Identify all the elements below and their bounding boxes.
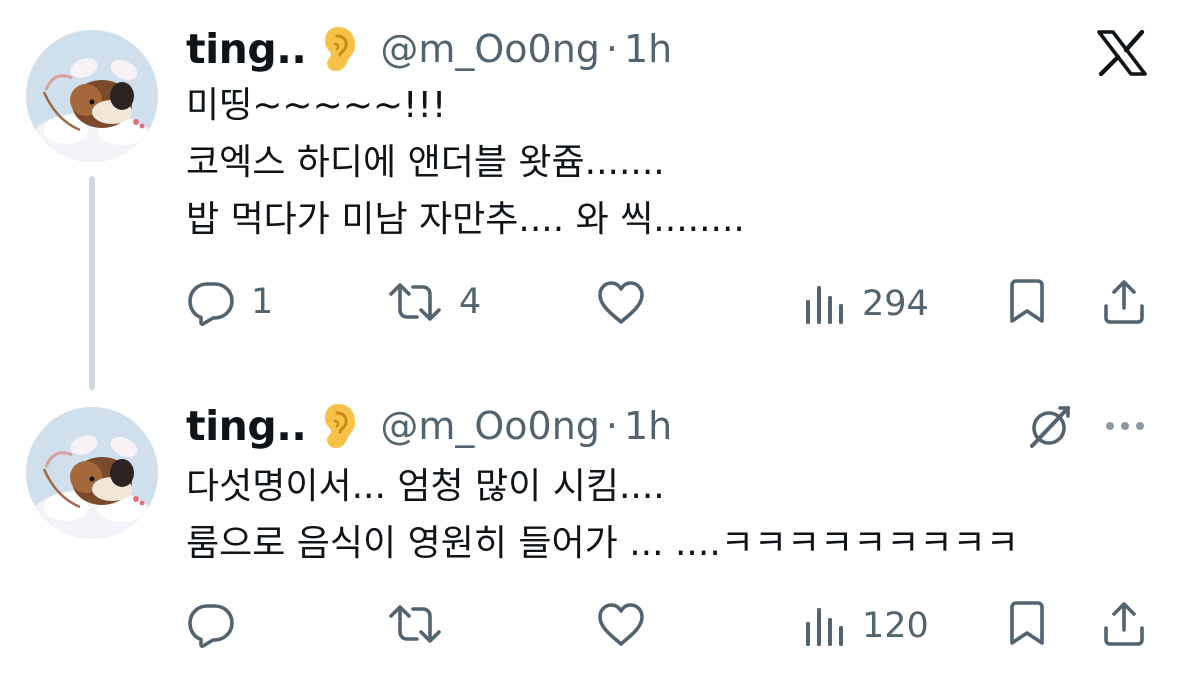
grok-icon[interactable]	[1024, 402, 1074, 452]
tweet-header: ting.. @m_Oo0ng · 1h	[186, 396, 672, 456]
like-button[interactable]	[596, 600, 662, 650]
avatar[interactable]	[26, 407, 158, 539]
heart-icon	[596, 280, 646, 326]
views-count: 294	[862, 284, 929, 324]
reply-icon	[187, 278, 235, 326]
repost-button[interactable]	[387, 599, 459, 649]
repost-button[interactable]: 4	[387, 277, 481, 327]
x-logo-icon[interactable]	[1097, 29, 1147, 77]
ear-emoji-icon	[318, 401, 358, 451]
separator-dot: ·	[605, 404, 618, 448]
avatar[interactable]	[26, 30, 158, 162]
tweet-line: 미띵~~~~~!!!	[186, 85, 447, 126]
guinea-pig-avatar-image	[26, 30, 158, 162]
user-handle[interactable]: @m_Oo0ng	[380, 404, 600, 448]
reply-button[interactable]	[187, 599, 251, 649]
views-count: 120	[862, 606, 929, 646]
bookmark-button[interactable]	[1007, 277, 1047, 327]
views-button[interactable]: 294	[804, 279, 929, 329]
bookmark-icon	[1007, 278, 1047, 326]
tweet-body: 다섯명이서... 엄청 많이 시킴.... 룸으로 음식이 영원히 들어가 ..…	[186, 458, 1019, 572]
tweet-line: 룸으로 음식이 영원히 들어가 ... ....ㅋㅋㅋㅋㅋㅋㅋㅋㅋ	[186, 523, 1019, 564]
views-icon	[804, 282, 848, 326]
views-icon	[804, 604, 848, 648]
like-button[interactable]	[596, 278, 662, 328]
repost-icon	[387, 600, 443, 648]
more-dots-icon[interactable]	[1103, 414, 1147, 438]
share-button[interactable]	[1102, 277, 1146, 327]
display-name[interactable]: ting..	[186, 402, 307, 450]
reply-icon	[187, 600, 235, 648]
tweet-body: 미띵~~~~~!!! 코엑스 하디에 앤더블 왓쥼....... 밥 먹다가 미…	[186, 77, 745, 248]
share-icon	[1102, 600, 1146, 648]
bookmark-icon	[1007, 600, 1047, 648]
timestamp[interactable]: 1h	[624, 27, 672, 71]
repost-icon	[387, 278, 443, 326]
share-icon	[1102, 278, 1146, 326]
repost-count: 4	[459, 282, 482, 322]
heart-icon	[596, 602, 646, 648]
bookmark-button[interactable]	[1007, 599, 1047, 649]
thread-connector	[89, 176, 95, 390]
timestamp[interactable]: 1h	[624, 404, 672, 448]
tweet-line: 다섯명이서... 엄청 많이 시킴....	[186, 466, 665, 507]
guinea-pig-avatar-image	[26, 407, 158, 539]
views-button[interactable]: 120	[804, 601, 929, 651]
tweet-line: 밥 먹다가 미남 자만추.... 와 씩........	[186, 199, 745, 240]
user-handle[interactable]: @m_Oo0ng	[380, 27, 600, 71]
display-name[interactable]: ting..	[186, 25, 307, 73]
reply-count: 1	[251, 282, 274, 322]
reply-button[interactable]: 1	[187, 277, 273, 327]
separator-dot: ·	[605, 27, 618, 71]
share-button[interactable]	[1102, 599, 1146, 649]
tweet-header: ting.. @m_Oo0ng · 1h	[186, 19, 672, 79]
tweet-line: 코엑스 하디에 앤더블 왓쥼.......	[186, 142, 665, 183]
ear-emoji-icon	[318, 24, 358, 74]
